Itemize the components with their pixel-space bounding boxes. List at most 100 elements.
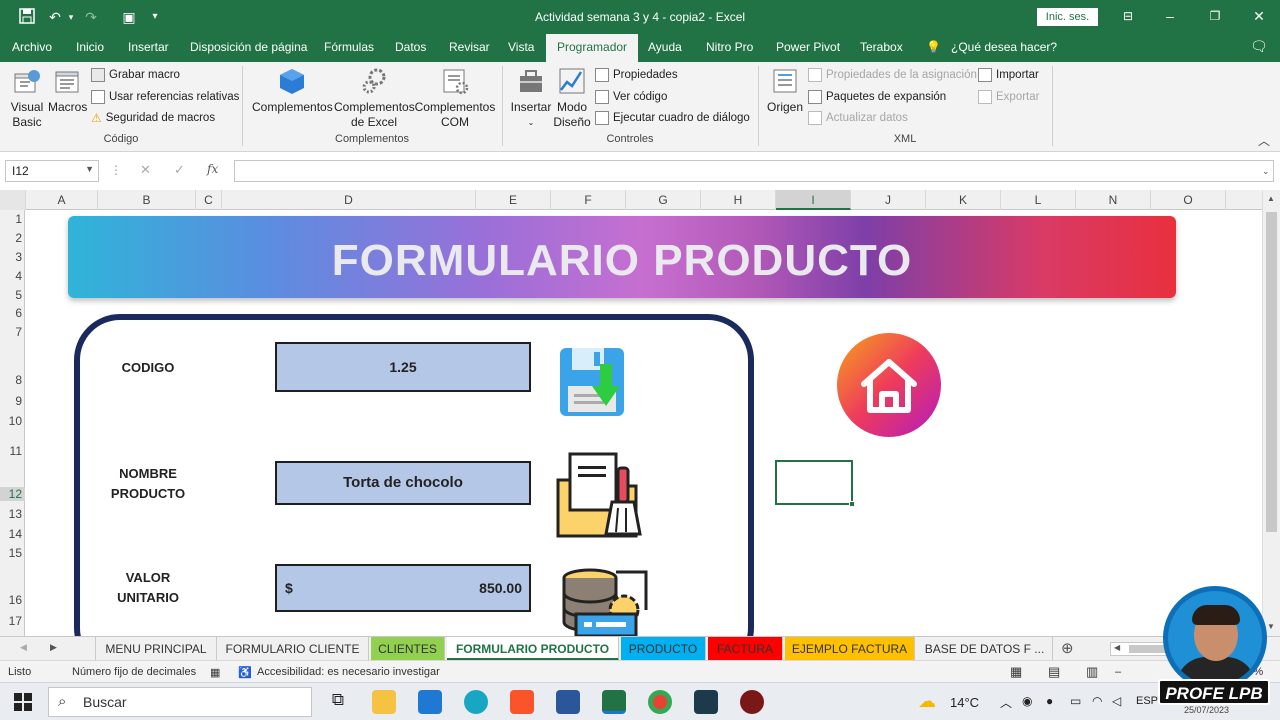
file-explorer-icon[interactable] [372, 690, 396, 714]
row-header[interactable]: 14 [0, 527, 25, 541]
zoom-out-icon[interactable]: – [1115, 666, 1121, 678]
weather-icon[interactable]: ☁ [918, 691, 936, 712]
codigo-field[interactable]: 1.25 [275, 342, 531, 392]
row-header[interactable]: 5 [0, 288, 25, 302]
normal-view-icon[interactable]: ▦ [1010, 664, 1022, 680]
sign-in-button[interactable]: Inic. ses. [1037, 8, 1098, 26]
confirm-icon[interactable]: ✓ [174, 162, 185, 178]
importar-button[interactable]: Importar [978, 68, 1039, 82]
chevron-down-icon[interactable]: ▼ [85, 164, 94, 174]
restore-button[interactable]: ❐ [1205, 6, 1225, 26]
actualizar-datos-button[interactable]: Actualizar datos [808, 111, 908, 125]
macro-record-icon[interactable]: ▦ [210, 666, 220, 679]
origen-button[interactable]: Origen [766, 66, 804, 115]
tab-formulas[interactable]: Fórmulas [324, 40, 374, 54]
worksheet-grid[interactable]: FORMULARIO PRODUCTO CODIGO 1.25 NOMBRE PR… [26, 210, 1262, 636]
prop-asignacion-button[interactable]: Propiedades de la asignación [808, 68, 977, 82]
exportar-button[interactable]: Exportar [978, 90, 1039, 104]
clear-folder-icon[interactable] [554, 450, 650, 540]
scroll-down-icon[interactable]: ▼ [1267, 622, 1275, 631]
task-view-icon[interactable]: ⧉ [326, 690, 350, 714]
taskbar-search-input[interactable]: ⌕ Buscar [48, 687, 312, 717]
column-header[interactable]: A [26, 190, 98, 210]
tab-inicio[interactable]: Inicio [76, 40, 104, 54]
tab-terabox[interactable]: Terabox [860, 40, 903, 54]
prev-sheet-icon[interactable]: ◀ [20, 642, 27, 653]
camera-icon[interactable]: ◉ [1022, 694, 1032, 708]
select-all-corner[interactable] [0, 190, 26, 210]
visual-basic-button[interactable]: Visual Basic [8, 66, 46, 130]
usar-referencias-button[interactable]: Usar referencias relativas [91, 90, 239, 104]
tab-datos[interactable]: Datos [395, 40, 426, 54]
status-accessibility[interactable]: Accesibilidad: es necesario investigar [257, 666, 440, 678]
more-options-icon[interactable]: ⋮ [110, 163, 122, 177]
column-header[interactable]: L [1001, 190, 1076, 210]
column-header[interactable]: N [1076, 190, 1151, 210]
sheet-tab-factura[interactable]: FACTURA [708, 637, 783, 661]
add-sheet-icon[interactable]: ⊕ [1061, 639, 1074, 657]
row-header[interactable]: 16 [0, 593, 25, 607]
column-header[interactable]: C [196, 190, 222, 210]
tab-programador[interactable]: Programador [546, 34, 639, 62]
column-header[interactable]: F [551, 190, 626, 210]
row-header[interactable]: 8 [0, 373, 25, 387]
database-icon[interactable] [560, 566, 652, 636]
save-floppy-icon[interactable] [554, 344, 630, 420]
tab-nitro-pro[interactable]: Nitro Pro [706, 40, 753, 54]
vertical-scrollbar[interactable]: ▲ ▼ [1262, 190, 1280, 636]
tab-ayuda[interactable]: Ayuda [648, 40, 682, 54]
microphone-icon[interactable]: ● [1046, 694, 1053, 708]
row-header[interactable]: 7 [0, 325, 25, 339]
complementos-excel-button[interactable]: Complementos de Excel [334, 66, 415, 130]
brave-icon[interactable] [510, 690, 534, 714]
tell-me-search[interactable]: ¿Qué desea hacer? [951, 40, 1057, 54]
row-header[interactable]: 10 [0, 414, 25, 428]
sheet-tab-producto[interactable]: PRODUCTO [621, 637, 706, 661]
sheet-tab-base-datos[interactable]: BASE DE DATOS F ... [917, 637, 1053, 661]
wifi-icon[interactable]: ◠ [1092, 694, 1102, 708]
row-header[interactable]: 15 [0, 546, 25, 560]
fill-handle[interactable] [849, 501, 855, 507]
volume-icon[interactable]: ◁ [1112, 694, 1121, 708]
nombre-producto-field[interactable]: Torta de chocolo [275, 461, 531, 505]
column-header[interactable]: B [98, 190, 196, 210]
close-button[interactable]: ✕ [1249, 6, 1269, 26]
modo-diseno-button[interactable]: Modo Diseño [552, 66, 592, 130]
column-header[interactable]: E [476, 190, 551, 210]
app-icon[interactable] [694, 690, 718, 714]
tab-vista[interactable]: Vista [508, 40, 534, 54]
column-header[interactable]: G [626, 190, 701, 210]
windows-start-icon[interactable] [14, 693, 32, 714]
page-layout-icon[interactable]: ▤ [1048, 664, 1060, 680]
sheet-tab-ejemplo-factura[interactable]: EJEMPLO FACTURA [785, 637, 915, 661]
selected-cell-i12[interactable] [775, 460, 855, 507]
insert-function-icon[interactable]: fx [207, 162, 218, 176]
language-indicator[interactable]: ESP [1136, 695, 1158, 707]
grabar-macro-button[interactable]: Grabar macro [91, 68, 180, 82]
complementos-button[interactable]: Complementos [252, 66, 333, 115]
next-sheet-icon[interactable]: ▶ [50, 642, 57, 653]
tab-disposicion[interactable]: Disposición de página [190, 40, 307, 54]
expand-formula-icon[interactable]: ⌄ [1262, 166, 1270, 177]
ver-codigo-button[interactable]: Ver código [595, 90, 667, 104]
home-button[interactable] [836, 332, 942, 438]
cancel-icon[interactable]: ✕ [140, 162, 151, 178]
minimize-button[interactable]: – [1160, 6, 1180, 26]
row-header-selected[interactable]: 12 [0, 487, 25, 501]
row-header[interactable]: 13 [0, 507, 25, 521]
column-header[interactable]: K [926, 190, 1001, 210]
battery-icon[interactable]: ▭ [1070, 694, 1081, 708]
propiedades-button[interactable]: Propiedades [595, 68, 678, 82]
edge-icon[interactable] [464, 690, 488, 714]
ejecutar-dialogo-button[interactable]: Ejecutar cuadro de diálogo [595, 111, 750, 125]
sheet-tab-formulario-cliente[interactable]: FORMULARIO CLIENTE [217, 637, 369, 661]
column-header[interactable]: O [1151, 190, 1226, 210]
row-header[interactable]: 2 [0, 231, 25, 245]
complementos-com-button[interactable]: Complementos COM [414, 66, 496, 130]
column-header[interactable]: J [851, 190, 926, 210]
page-break-icon[interactable]: ▥ [1086, 664, 1098, 680]
sheet-tab-menu-principal[interactable]: MENU PRINCIPAL [95, 637, 217, 661]
tray-chevron-icon[interactable]: ︿ [1000, 694, 1012, 711]
tab-revisar[interactable]: Revisar [449, 40, 490, 54]
word-icon[interactable] [556, 690, 580, 714]
